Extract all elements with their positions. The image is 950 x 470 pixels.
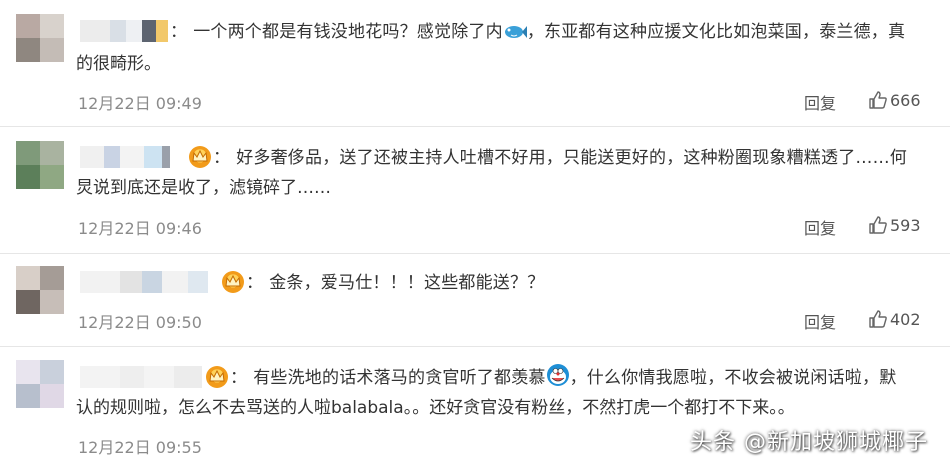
reply-button[interactable]: 回复 xyxy=(804,215,836,239)
comment-text-line2: 认的规则啦，怎么不去骂送的人啦balabala。。还好贪官没有粉丝，不然打虎一个… xyxy=(76,398,795,418)
comment-text-line2: 的很畸形。 xyxy=(76,54,161,74)
reply-button[interactable]: 回复 xyxy=(804,90,836,114)
avatar[interactable] xyxy=(16,360,64,408)
like-button[interactable]: 666 xyxy=(868,90,921,110)
like-button[interactable]: 593 xyxy=(868,215,921,235)
username-blurred[interactable] xyxy=(80,20,170,42)
colon: ： xyxy=(246,273,264,293)
like-count: 402 xyxy=(890,310,921,329)
comment-text-line2: 炅说到底还是收了，滤镜碎了…… xyxy=(76,178,331,198)
colon: ： xyxy=(230,368,248,388)
crown-badge-icon xyxy=(222,271,244,293)
avatar[interactable] xyxy=(16,14,64,62)
like-button[interactable]: 402 xyxy=(868,309,921,329)
divider xyxy=(0,346,950,347)
timestamp: 12月22日 09:55 xyxy=(78,438,202,457)
like-count: 593 xyxy=(890,216,921,235)
thumbs-up-icon xyxy=(868,310,890,329)
timestamp: 12月22日 09:46 xyxy=(78,219,202,238)
timestamp: 12月22日 09:49 xyxy=(78,94,202,113)
thumbs-up-icon xyxy=(868,216,890,235)
comment-text: ：一个两个都是有钱没地花吗？感觉除了内 ，东亚都有这种应援文化比如泡菜国，泰兰德，… xyxy=(170,18,932,50)
avatar[interactable] xyxy=(16,141,64,189)
comment-text: ：好多奢侈品，送了还被主持人吐槽不好用，只能送更好的，这种粉圈现象糟糕透了……何 xyxy=(213,148,908,168)
username-blurred[interactable] xyxy=(80,366,204,388)
watermark: 头条 @新加坡狮城椰子 xyxy=(690,430,928,455)
divider xyxy=(0,253,950,254)
reply-button[interactable]: 回复 xyxy=(804,309,836,333)
comment-text: ：金条，爱马仕！！！这些都能送？？ xyxy=(246,273,545,293)
timestamp: 12月22日 09:50 xyxy=(78,313,202,332)
thumbs-up-icon xyxy=(868,91,890,110)
colon: ： xyxy=(170,22,188,42)
comment-text: ：有些洗地的话术落马的贪官听了都羡慕 ，什么你情我愿啦，不收会被说闲话啦，默 xyxy=(230,363,932,396)
username-blurred[interactable] xyxy=(80,271,220,293)
like-count: 666 xyxy=(890,91,921,110)
colon: ： xyxy=(213,148,231,168)
crown-badge-icon xyxy=(206,366,228,388)
fish-emoji-icon xyxy=(503,22,527,50)
username-blurred[interactable] xyxy=(80,146,190,168)
crown-badge-icon xyxy=(189,146,211,168)
divider xyxy=(0,126,950,127)
doraemon-emoji-icon xyxy=(546,363,570,396)
avatar[interactable] xyxy=(16,266,64,314)
